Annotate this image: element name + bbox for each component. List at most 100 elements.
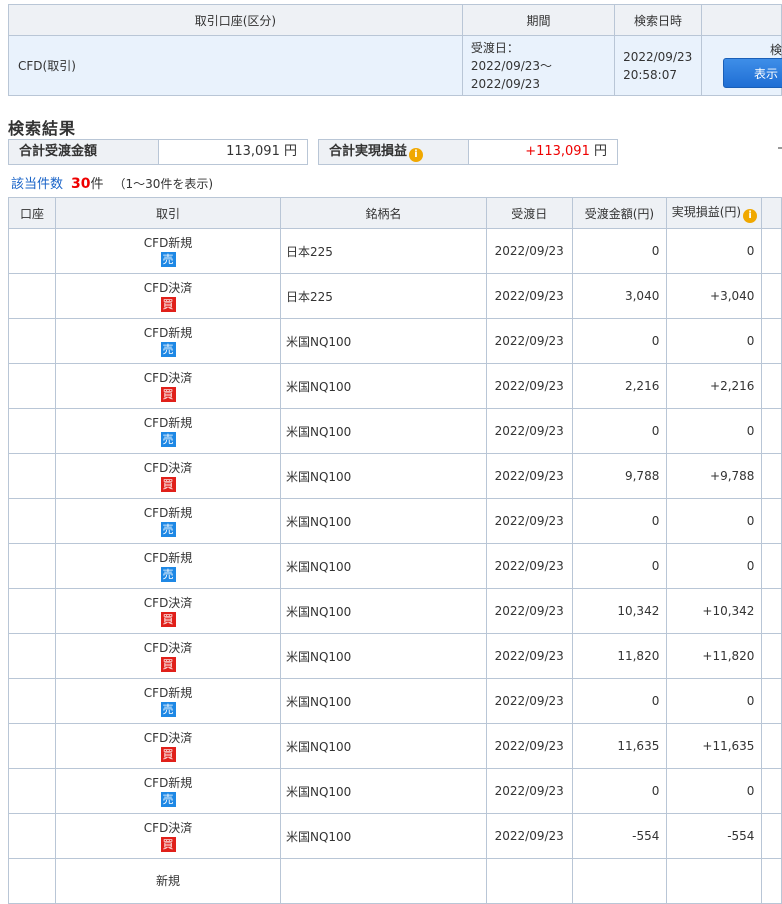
total-profit-value: +113,091 円 bbox=[468, 139, 618, 165]
cell-trade: CFD新規売 bbox=[55, 678, 281, 724]
header-account-type: 取引口座(区分) bbox=[8, 4, 463, 36]
table-row: CFD新規売米国NQ100 2022/09/23 0 0 bbox=[7, 498, 782, 544]
cell-date: 2022/09/23 bbox=[485, 273, 573, 319]
cell-profit: +3,040 bbox=[666, 273, 763, 319]
cell-profit bbox=[666, 858, 763, 904]
cell-name: 米国NQ100 bbox=[279, 588, 487, 634]
period-value: 2022/09/23〜2022/09/23 bbox=[470, 58, 553, 91]
edge-mark bbox=[778, 147, 782, 149]
cell-date: 2022/09/23 bbox=[485, 588, 573, 634]
cell-name: 米国NQ100 bbox=[279, 318, 487, 364]
cell-amount: 0 bbox=[571, 228, 668, 274]
cell-date: 2022/09/23 bbox=[485, 633, 573, 679]
cell-trade: CFD新規売 bbox=[55, 768, 281, 814]
cell-extra bbox=[761, 633, 782, 679]
table-row: CFD新規売米国NQ100 2022/09/23 0 0 bbox=[7, 408, 782, 454]
table-row: CFD決済買米国NQ100 2022/09/23 10,342 +10,342 bbox=[7, 588, 782, 634]
trade-type: CFD新規 bbox=[143, 775, 193, 790]
cell-date bbox=[485, 858, 573, 904]
side-badge-sell: 売 bbox=[160, 791, 176, 807]
cell-extra bbox=[761, 678, 782, 724]
cell-account bbox=[7, 363, 57, 409]
cell-account bbox=[7, 408, 57, 454]
trade-type: CFD決済 bbox=[143, 460, 193, 475]
total-profit-unit: 円 bbox=[593, 144, 607, 159]
side-badge-sell: 売 bbox=[160, 566, 176, 582]
cell-name: 米国NQ100 bbox=[279, 678, 487, 724]
cell-extra bbox=[761, 408, 782, 454]
cell-profit: 0 bbox=[666, 498, 763, 544]
total-delivery-label: 合計受渡金額 bbox=[8, 139, 159, 165]
table-row: CFD新規売米国NQ100 2022/09/23 0 0 bbox=[7, 678, 782, 724]
cell-extra bbox=[761, 453, 782, 499]
side-badge-sell: 売 bbox=[160, 431, 176, 447]
result-count: 該当件数 30件 （1〜30件を表示) bbox=[11, 173, 213, 192]
side-badge-sell: 売 bbox=[160, 701, 176, 717]
cell-date: 2022/09/23 bbox=[485, 498, 573, 544]
cell-trade: CFD決済買 bbox=[55, 588, 281, 634]
side-badge-buy: 買 bbox=[160, 836, 176, 852]
section-title: 検索結果 bbox=[8, 119, 77, 138]
header-search-time: 検索日時 bbox=[614, 4, 702, 36]
trade-type: CFD決済 bbox=[143, 730, 193, 745]
condition-period: 受渡日： 2022/09/23〜2022/09/23 bbox=[461, 35, 616, 96]
search-label-partial: 検 bbox=[770, 43, 782, 57]
cell-account bbox=[7, 543, 57, 589]
cell-profit: 0 bbox=[666, 678, 763, 724]
cell-account bbox=[7, 678, 57, 724]
cell-profit: +11,820 bbox=[666, 633, 763, 679]
cell-amount: 0 bbox=[571, 408, 668, 454]
trade-type: CFD新規 bbox=[143, 685, 193, 700]
cell-date: 2022/09/23 bbox=[485, 318, 573, 364]
cell-amount bbox=[571, 858, 668, 904]
side-badge-buy: 買 bbox=[160, 476, 176, 492]
cell-amount: 0 bbox=[571, 678, 668, 724]
cell-amount: 11,635 bbox=[571, 723, 668, 769]
cell-profit: 0 bbox=[666, 768, 763, 814]
result-count-label: 該当件数 bbox=[11, 177, 64, 192]
total-delivery-value: 113,091 円 bbox=[158, 139, 308, 165]
side-badge-buy: 買 bbox=[160, 656, 176, 672]
cell-amount: 9,788 bbox=[571, 453, 668, 499]
cell-date: 2022/09/23 bbox=[485, 453, 573, 499]
cell-extra bbox=[761, 363, 782, 409]
cell-account bbox=[7, 723, 57, 769]
col-header-amount: 受渡金額(円) bbox=[571, 197, 668, 229]
cell-amount: 0 bbox=[571, 498, 668, 544]
display-button[interactable]: 表示 bbox=[723, 58, 782, 88]
cell-date: 2022/09/23 bbox=[485, 228, 573, 274]
cell-name: 米国NQ100 bbox=[279, 633, 487, 679]
cell-trade: CFD新規売 bbox=[55, 228, 281, 274]
trade-type: CFD新規 bbox=[143, 550, 193, 565]
cell-amount: 11,820 bbox=[571, 633, 668, 679]
col-header-account: 口座 bbox=[7, 197, 57, 229]
info-icon[interactable]: i bbox=[409, 148, 424, 162]
info-icon[interactable]: i bbox=[743, 209, 758, 223]
cell-profit: 0 bbox=[666, 318, 763, 364]
col-header-name: 銘柄名 bbox=[279, 197, 487, 229]
side-badge-buy: 買 bbox=[160, 746, 176, 762]
cell-account bbox=[7, 858, 57, 904]
cell-extra bbox=[761, 498, 782, 544]
side-badge-sell: 売 bbox=[160, 521, 176, 537]
cell-account bbox=[7, 498, 57, 544]
cell-extra bbox=[761, 318, 782, 364]
cell-profit: +9,788 bbox=[666, 453, 763, 499]
cell-name: 米国NQ100 bbox=[279, 723, 487, 769]
cell-amount: -554 bbox=[571, 813, 668, 859]
cell-amount: 10,342 bbox=[571, 588, 668, 634]
cell-extra bbox=[761, 273, 782, 319]
cell-name: 日本225 bbox=[279, 228, 487, 274]
cell-profit: +2,216 bbox=[666, 363, 763, 409]
cell-date: 2022/09/23 bbox=[485, 543, 573, 589]
side-badge-sell: 売 bbox=[160, 341, 176, 357]
condition-search-time: 2022/09/23 20:58:07 bbox=[614, 35, 702, 96]
cell-amount: 3,040 bbox=[571, 273, 668, 319]
table-row: CFD新規売米国NQ100 2022/09/23 0 0 bbox=[7, 543, 782, 589]
cell-date: 2022/09/23 bbox=[485, 723, 573, 769]
cell-profit: +10,342 bbox=[666, 588, 763, 634]
cell-extra bbox=[761, 543, 782, 589]
cell-trade: CFD決済買 bbox=[55, 633, 281, 679]
table-row: 新規 bbox=[7, 858, 782, 904]
cell-name bbox=[279, 858, 487, 904]
